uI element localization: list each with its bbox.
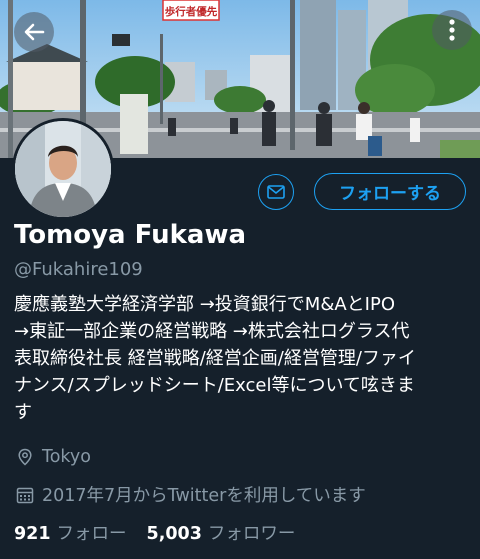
envelope-icon bbox=[267, 185, 285, 199]
profile-stats: 921 フォロー 5,003 フォロワー bbox=[14, 520, 295, 545]
more-options-button[interactable] bbox=[432, 10, 472, 50]
bio-line: す bbox=[14, 402, 32, 423]
back-button[interactable] bbox=[14, 12, 54, 52]
bio-line: 慶應義塾大学経済学部 →投資銀行でM&AとIPO bbox=[14, 294, 396, 315]
bio-line: ナンス/スプレッドシート/Excel等について呟きま bbox=[14, 375, 415, 396]
followers-link[interactable]: 5,003 フォロワー bbox=[147, 524, 296, 544]
bio-line: 表取締役社長 経営戦略/経営企画/経営管理/ファイ bbox=[14, 348, 416, 369]
join-date-text: 2017年7月からTwitterを利用しています bbox=[42, 486, 366, 506]
location-text: Tokyo bbox=[42, 447, 91, 467]
following-link[interactable]: 921 フォロー bbox=[14, 524, 127, 544]
following-count: 921 bbox=[14, 524, 51, 544]
profile-handle: @Fukahire109 bbox=[14, 259, 143, 280]
followers-count: 5,003 bbox=[146, 524, 202, 544]
map-pin-icon bbox=[16, 448, 34, 466]
profile-bio: 慶應義塾大学経済学部 →投資銀行でM&AとIPO →東証一部企業の経営戦略 →株… bbox=[14, 291, 470, 426]
calendar-icon bbox=[16, 486, 34, 504]
followers-label: フォロワー bbox=[207, 524, 296, 544]
profile-name: Tomoya Fukawa bbox=[14, 220, 247, 250]
profile-location: Tokyo bbox=[16, 447, 91, 467]
profile-join-date: 2017年7月からTwitterを利用しています bbox=[16, 482, 366, 507]
follow-button[interactable]: フォローする bbox=[314, 173, 466, 210]
message-button[interactable] bbox=[258, 174, 294, 210]
following-label: フォロー bbox=[56, 524, 127, 544]
vertical-dots-icon bbox=[449, 19, 455, 41]
bio-line: →東証一部企業の経営戦略 →株式会社ログラス代 bbox=[14, 321, 410, 342]
banner-sign-text: 歩行者優先 bbox=[165, 5, 218, 18]
profile-avatar[interactable] bbox=[12, 118, 114, 220]
arrow-left-icon bbox=[24, 23, 45, 41]
